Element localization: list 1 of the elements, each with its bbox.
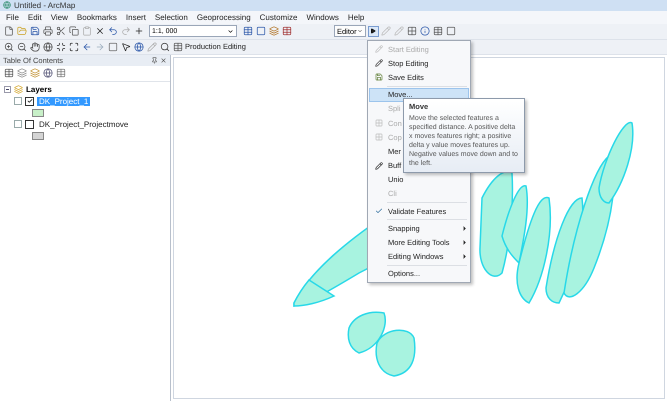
window-title: Untitled - ArcMap [14, 0, 76, 10]
